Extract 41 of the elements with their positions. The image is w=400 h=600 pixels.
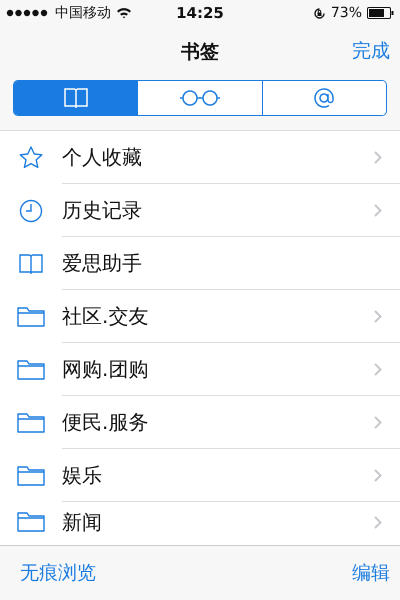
bookmark-label: 娱乐 (62, 462, 102, 488)
bookmark-label: 历史记录 (62, 196, 142, 224)
folder-icon (17, 412, 45, 434)
bookmark-row[interactable]: 个人收藏 (0, 131, 400, 184)
bookmark-row[interactable]: 娱乐 (0, 449, 400, 502)
nav-title: 书签 (181, 40, 219, 65)
book-icon (18, 252, 44, 274)
bookmarks-tab[interactable] (14, 81, 138, 115)
battery-percent: 73% (330, 5, 362, 21)
bookmark-label: 便民.服务 (62, 408, 148, 436)
glasses-icon (178, 89, 221, 107)
carrier-name: 中国移动 (55, 4, 111, 22)
bookmark-label: 个人收藏 (62, 144, 142, 170)
bookmark-row[interactable]: 便民.服务 (0, 396, 400, 449)
folder-icon (17, 464, 45, 486)
clock-time: 14:25 (176, 4, 224, 22)
bookmark-row[interactable]: 新闻 (0, 502, 400, 542)
rotation-lock-icon (312, 6, 326, 20)
at-sign-icon (313, 87, 336, 109)
bookmark-label: 爱思助手 (62, 250, 142, 276)
bookmark-row[interactable]: 爱思助手 (0, 237, 400, 290)
bookmark-label: 新闻 (62, 508, 102, 536)
folder-icon (17, 306, 45, 328)
battery-icon (367, 7, 394, 19)
bookmark-row[interactable]: 社区.交友 (0, 290, 400, 343)
star-icon (18, 144, 44, 170)
private-browsing-button[interactable]: 无痕浏览 (20, 560, 96, 586)
bookmark-label: 网购.团购 (62, 356, 148, 382)
wifi-icon (116, 7, 132, 19)
done-button[interactable]: 完成 (352, 38, 390, 64)
clock-icon (19, 198, 43, 222)
signal-icon (6, 9, 50, 17)
edit-button[interactable]: 编辑 (352, 560, 390, 586)
folder-icon (17, 358, 45, 380)
bookmark-row[interactable]: 历史记录 (0, 184, 400, 237)
bookmark-row[interactable]: 网购.团购 (0, 343, 400, 396)
shared-links-tab[interactable] (262, 81, 386, 115)
folder-icon (17, 511, 45, 533)
book-icon (62, 87, 89, 109)
reading-list-tab[interactable] (137, 81, 262, 115)
bookmark-label: 社区.交友 (62, 302, 148, 330)
